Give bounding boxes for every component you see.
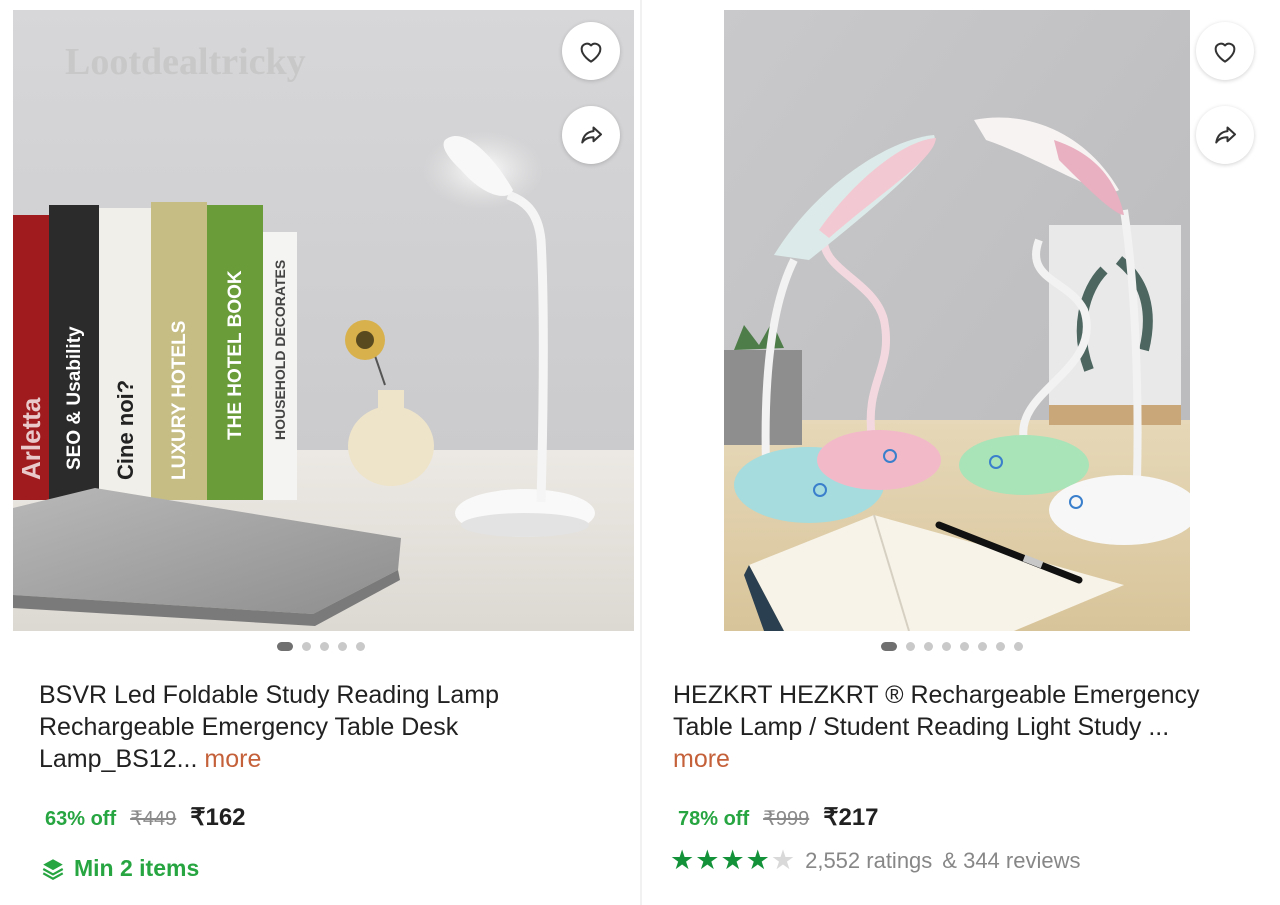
- wishlist-button[interactable]: [562, 22, 620, 80]
- star-icon: ★: [770, 845, 796, 875]
- svg-text:Cine noi?: Cine noi?: [113, 380, 138, 480]
- lamp-photo: Arletta SEO & Usability Cine noi? LUXURY…: [13, 10, 634, 631]
- original-price: ₹449: [130, 808, 177, 830]
- carousel-dot[interactable]: [924, 642, 933, 651]
- carousel-dot[interactable]: [978, 642, 987, 651]
- original-price: ₹999: [763, 808, 810, 830]
- star-icon: ★: [695, 845, 720, 875]
- rating-summary[interactable]: ★ ★ ★ ★ ★ 2,552 ratings & 344 reviews: [670, 847, 1080, 874]
- star-icon: ★: [670, 845, 695, 875]
- svg-text:LUXURY HOTELS: LUXURY HOTELS: [169, 321, 190, 480]
- star-icon: ★: [720, 845, 745, 875]
- share-icon: [581, 126, 602, 144]
- more-link[interactable]: more: [673, 745, 730, 773]
- product-card-hezkrt[interactable]: HEZKRT HEZKRT ® Rechargeable Emergency T…: [642, 0, 1280, 905]
- min-items-badge: Min 2 items: [40, 855, 199, 882]
- carousel-dot[interactable]: [881, 642, 897, 651]
- selling-price: ₹162: [190, 804, 246, 831]
- carousel-dot[interactable]: [302, 642, 311, 651]
- carousel-dot[interactable]: [960, 642, 969, 651]
- product-title[interactable]: HEZKRT HEZKRT ® Rechargeable Emergency T…: [673, 679, 1233, 775]
- svg-text:THE HOTEL BOOK: THE HOTEL BOOK: [225, 270, 246, 440]
- star-icon: ★: [745, 845, 770, 875]
- product-title-text: BSVR Led Foldable Study Reading Lamp Rec…: [39, 681, 500, 773]
- product-card-bsvr[interactable]: Arletta SEO & Usability Cine noi? LUXURY…: [0, 0, 640, 905]
- product-image[interactable]: [724, 10, 1190, 631]
- carousel-dot[interactable]: [338, 642, 347, 651]
- min-items-text: Min 2 items: [74, 855, 200, 881]
- wishlist-button[interactable]: [1196, 22, 1254, 80]
- svg-text:Arletta: Arletta: [16, 397, 46, 480]
- price-row: 63% off ₹449 ₹162: [45, 803, 246, 832]
- svg-text:HOUSEHOLD DECORATES: HOUSEHOLD DECORATES: [272, 260, 288, 440]
- heart-icon: [580, 42, 602, 63]
- product-image[interactable]: Arletta SEO & Usability Cine noi? LUXURY…: [13, 10, 634, 631]
- price-row: 78% off ₹999 ₹217: [678, 803, 879, 832]
- discount-label: 63% off: [45, 808, 117, 830]
- carousel-dot[interactable]: [1014, 642, 1023, 651]
- carousel-dot[interactable]: [356, 642, 365, 651]
- product-grid: Arletta SEO & Usability Cine noi? LUXURY…: [0, 0, 1280, 905]
- product-title-text: HEZKRT HEZKRT ® Rechargeable Emergency T…: [673, 681, 1200, 741]
- carousel-dot[interactable]: [906, 642, 915, 651]
- lamp-photo: [724, 10, 1190, 631]
- carousel-dots: [277, 642, 365, 651]
- layers-icon: [42, 858, 64, 880]
- carousel-dot[interactable]: [942, 642, 951, 651]
- share-icon: [1215, 126, 1236, 144]
- carousel-dot[interactable]: [320, 642, 329, 651]
- share-button[interactable]: [1196, 106, 1254, 164]
- reviews-count: & 344 reviews: [942, 847, 1081, 873]
- more-link[interactable]: more: [204, 745, 261, 773]
- ratings-count: 2,552 ratings: [805, 847, 933, 873]
- selling-price: ₹217: [823, 804, 879, 831]
- carousel-dot[interactable]: [277, 642, 293, 651]
- heart-icon: [1214, 42, 1236, 63]
- share-button[interactable]: [562, 106, 620, 164]
- star-rating: ★ ★ ★ ★ ★: [670, 847, 795, 874]
- carousel-dots: [881, 642, 1023, 651]
- carousel-dot[interactable]: [996, 642, 1005, 651]
- product-title[interactable]: BSVR Led Foldable Study Reading Lamp Rec…: [39, 679, 579, 775]
- discount-label: 78% off: [678, 808, 750, 830]
- watermark: Lootdealtricky: [65, 41, 306, 83]
- svg-text:SEO & Usability: SEO & Usability: [64, 326, 85, 470]
